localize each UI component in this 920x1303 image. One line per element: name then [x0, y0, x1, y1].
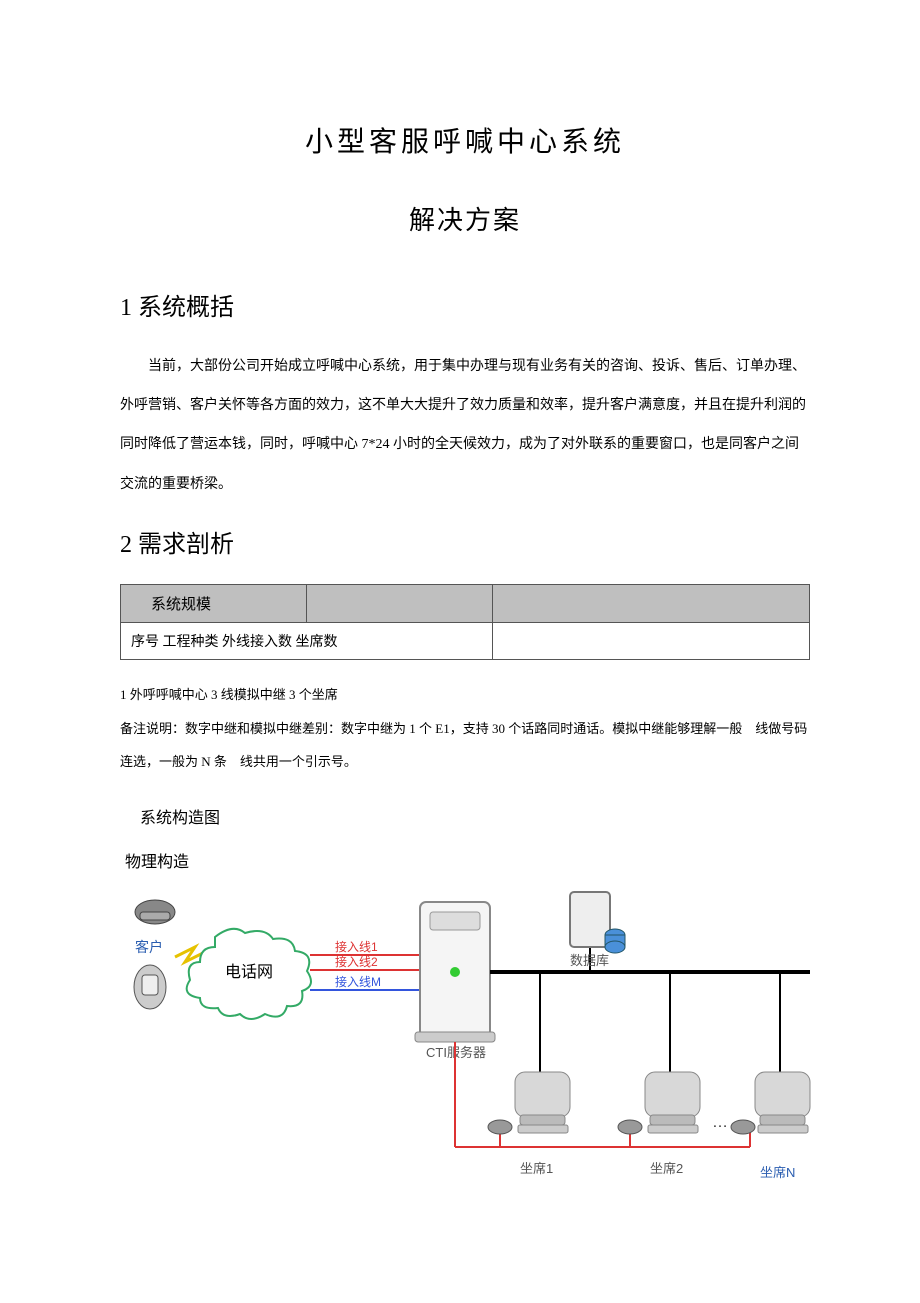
- database-icon: 数据库: [570, 892, 625, 972]
- table-note: 备注说明：数字中继和模拟中继差别：数字中继为 1 个 E1，支持 30 个话路同…: [120, 712, 810, 780]
- agent-n-icon: 坐席N: [731, 1072, 810, 1180]
- phone-icon: [135, 900, 175, 924]
- agent-2-icon: 坐席2 …: [618, 1072, 728, 1176]
- agent-2-label: 坐席2: [650, 1161, 683, 1176]
- table-row-1: 1 外呼呼喊中心 3 线模拟中继 3 个坐席: [120, 678, 810, 712]
- ellipsis-icon: …: [712, 1114, 728, 1131]
- document-page: 小型客服呼喊中心系统 解决方案 1 系统概括 当前，大部份公司开始成立呼喊中心系…: [0, 0, 920, 1272]
- pstn-cloud-icon: 电话网: [187, 929, 311, 1019]
- table-columns-label: 序号 工程种类 外线接入数 坐席数: [121, 622, 493, 659]
- agent-n-label: 坐席N: [760, 1165, 795, 1180]
- table-header-blank1: [307, 584, 493, 622]
- table-header-blank2: [493, 584, 810, 622]
- pstn-label: 电话网: [225, 963, 273, 981]
- database-label: 数据库: [570, 953, 609, 968]
- structure-heading: 系统构造图: [140, 804, 810, 828]
- section-2-heading: 2 需求剖析: [120, 524, 810, 559]
- section-1-heading: 1 系统概括: [120, 287, 810, 322]
- table-group-header: 系统规模: [121, 584, 307, 622]
- architecture-diagram: 客户 电话网 接入线1 接入线2 接入线M CTI服务器: [120, 877, 810, 1212]
- agent-1-icon: 坐席1: [488, 1072, 570, 1176]
- mobile-icon: [134, 965, 166, 1009]
- physical-structure-heading: 物理构造: [125, 848, 810, 872]
- doc-subtitle: 解决方案: [120, 200, 810, 237]
- spec-table: 系统规模 序号 工程种类 外线接入数 坐席数: [120, 584, 810, 660]
- access-line-m-label: 接入线M: [335, 974, 381, 989]
- access-line-1-label: 接入线1: [335, 939, 378, 954]
- customer-label: 客户: [135, 939, 163, 955]
- table-blank-cell: [493, 622, 810, 659]
- access-line-2-label: 接入线2: [335, 954, 378, 969]
- cti-server-icon: CTI服务器: [415, 902, 495, 1060]
- doc-title: 小型客服呼喊中心系统: [120, 120, 810, 160]
- agent-1-label: 坐席1: [520, 1161, 553, 1176]
- section-1-paragraph: 当前，大部份公司开始成立呼喊中心系统，用于集中办理与现有业务有关的咨询、投诉、售…: [120, 347, 810, 504]
